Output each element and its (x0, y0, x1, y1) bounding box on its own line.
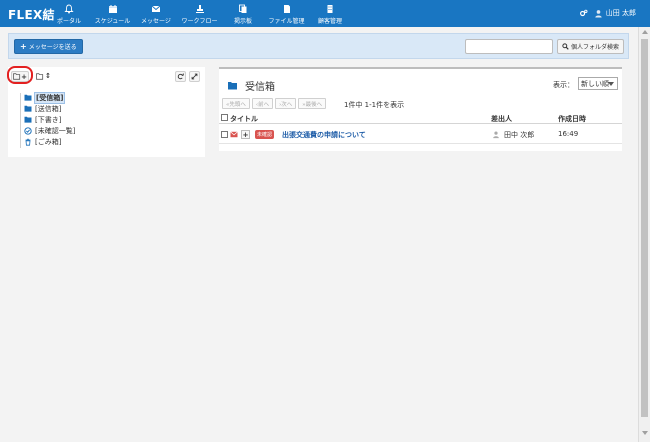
folder-label: [受信箱] (33, 91, 66, 104)
folder-panel: + ↕ [受信箱] [送信箱] [下書き] [未確認一覧] [ごみ箱] (7, 66, 205, 157)
nav-label: 顧客管理 (317, 18, 342, 25)
message-time: 16:49 (558, 130, 579, 138)
result-count: 1件中 1-1件を表示 (344, 101, 405, 109)
scroll-down-icon[interactable] (642, 431, 648, 435)
gears-icon[interactable] (579, 9, 588, 18)
folder-inbox[interactable]: [受信箱] (24, 91, 75, 104)
folder-label: [ごみ箱] (35, 137, 62, 146)
folder-icon (24, 105, 32, 112)
sort-select[interactable]: 新しい順 (578, 77, 618, 90)
user-icon (493, 131, 499, 139)
expand-row-button[interactable]: + (241, 130, 250, 139)
nav-file-management[interactable]: ファイル管理 (264, 2, 309, 26)
refresh-icon (177, 73, 184, 80)
status-badge: 未確認 (255, 130, 275, 139)
check-circle-icon (24, 126, 32, 135)
folder-icon (24, 116, 32, 123)
sort-label: 表示： (553, 81, 574, 89)
folder-search-button[interactable]: 個人フォルダ検索 (557, 39, 625, 54)
trash-icon (25, 138, 31, 146)
folder-sent[interactable]: [送信箱] (24, 103, 75, 114)
stamp-icon (195, 5, 204, 13)
table-header: タイトル 差出人 作成日時 (219, 112, 622, 124)
sort-value: 新しい順 (581, 79, 609, 88)
folder-label: [未確認一覧] (35, 126, 76, 135)
bell-icon (64, 4, 74, 14)
folder-unconfirmed[interactable]: [未確認一覧] (24, 125, 75, 136)
search-icon (562, 43, 569, 50)
nav-label: ポータル (56, 18, 81, 25)
folder-drafts[interactable]: [下書き] (24, 114, 75, 125)
send-message-label: メッセージを送る (28, 44, 77, 51)
expand-icon (191, 73, 198, 80)
page-scrollbar[interactable] (638, 27, 650, 442)
envelope-icon (151, 5, 161, 12)
folder-icon (228, 82, 237, 90)
plus-icon: + (20, 42, 27, 51)
pager-last-button[interactable]: »最後へ (298, 98, 327, 109)
folder-search-label: 個人フォルダ検索 (571, 44, 620, 51)
page-title: 受信箱 (245, 82, 275, 93)
pager-prev-button[interactable]: ‹前へ (251, 98, 274, 109)
nav-customer[interactable]: 顧客管理 (309, 2, 351, 26)
plus-icon: + (242, 130, 249, 139)
message-subject-link[interactable]: 出張交通費の申請について (282, 130, 366, 140)
row-checkbox[interactable] (221, 131, 228, 138)
building-icon (327, 5, 333, 13)
main-area: + メッセージを送る 個人フォルダ検索 + ↕ [受信箱] [送信箱] [下書き… (0, 27, 638, 442)
nav-label: ファイル管理 (268, 18, 305, 25)
search-input[interactable] (465, 39, 553, 54)
select-all-checkbox[interactable] (221, 114, 228, 121)
user-menu: 山田 太郎 (576, 8, 636, 18)
nav-portal[interactable]: ポータル (48, 2, 90, 26)
pagination: «先頭へ ‹前へ ›次へ »最後へ (222, 98, 327, 109)
table-row[interactable]: + 未確認 出張交通費の申請について 田中 次郎 16:49 (219, 126, 622, 144)
tree-guide-line (20, 93, 21, 148)
folder-heading: 受信箱 (227, 78, 275, 93)
chevron-down-icon (608, 82, 614, 86)
column-sender: 差出人 (491, 115, 512, 123)
file-icon (283, 5, 290, 13)
nav-label: スケジュール (94, 18, 131, 25)
folder-icon (24, 94, 32, 101)
nav-label: ワークフロー (181, 18, 218, 25)
expand-button[interactable] (189, 71, 200, 82)
message-sender: 田中 次郎 (504, 131, 535, 139)
top-bar: FLEX結 ポータル スケジュール メッセージ ワークフロー 掲示板 ファイル管… (0, 0, 650, 27)
move-folder-button[interactable]: ↕ (36, 72, 51, 80)
message-list-panel: 受信箱 表示： 新しい順 «先頭へ ‹前へ ›次へ »最後へ 1件中 1-1件を… (219, 67, 622, 151)
scrollbar-thumb[interactable] (641, 39, 648, 417)
folder-label: [下書き] (35, 115, 62, 124)
message-toolbar: + メッセージを送る 個人フォルダ検索 (8, 33, 629, 59)
nav-label: メッセージ (141, 18, 171, 25)
calendar-icon (108, 5, 117, 13)
column-date: 作成日時 (558, 115, 586, 123)
envelope-icon (230, 131, 238, 138)
folder-tree: [受信箱] [送信箱] [下書き] [未確認一覧] [ごみ箱] (24, 91, 75, 147)
nav-workflow[interactable]: ワークフロー (177, 2, 222, 26)
send-message-button[interactable]: + メッセージを送る (14, 39, 83, 54)
nav-schedule[interactable]: スケジュール (90, 2, 135, 26)
nav-message[interactable]: メッセージ (135, 2, 177, 26)
highlight-ring (7, 66, 33, 84)
up-down-icon: ↕ (45, 72, 51, 80)
scroll-up-icon[interactable] (642, 30, 648, 34)
nav-label: 掲示板 (233, 18, 252, 25)
nav-bulletin[interactable]: 掲示板 (222, 2, 264, 26)
folder-label: [送信箱] (35, 104, 62, 113)
folder-sort-icon (36, 72, 44, 80)
pager-first-button[interactable]: «先頭へ (222, 98, 250, 109)
folder-trash[interactable]: [ごみ箱] (24, 136, 75, 147)
user-icon (595, 9, 602, 18)
column-title: タイトル (230, 115, 258, 123)
main-nav: ポータル スケジュール メッセージ ワークフロー 掲示板 ファイル管理 顧客管理 (48, 2, 351, 26)
pager-next-button[interactable]: ›次へ (275, 98, 297, 109)
user-name[interactable]: 山田 太郎 (606, 8, 636, 18)
documents-icon (239, 4, 247, 13)
refresh-button[interactable] (175, 71, 186, 82)
